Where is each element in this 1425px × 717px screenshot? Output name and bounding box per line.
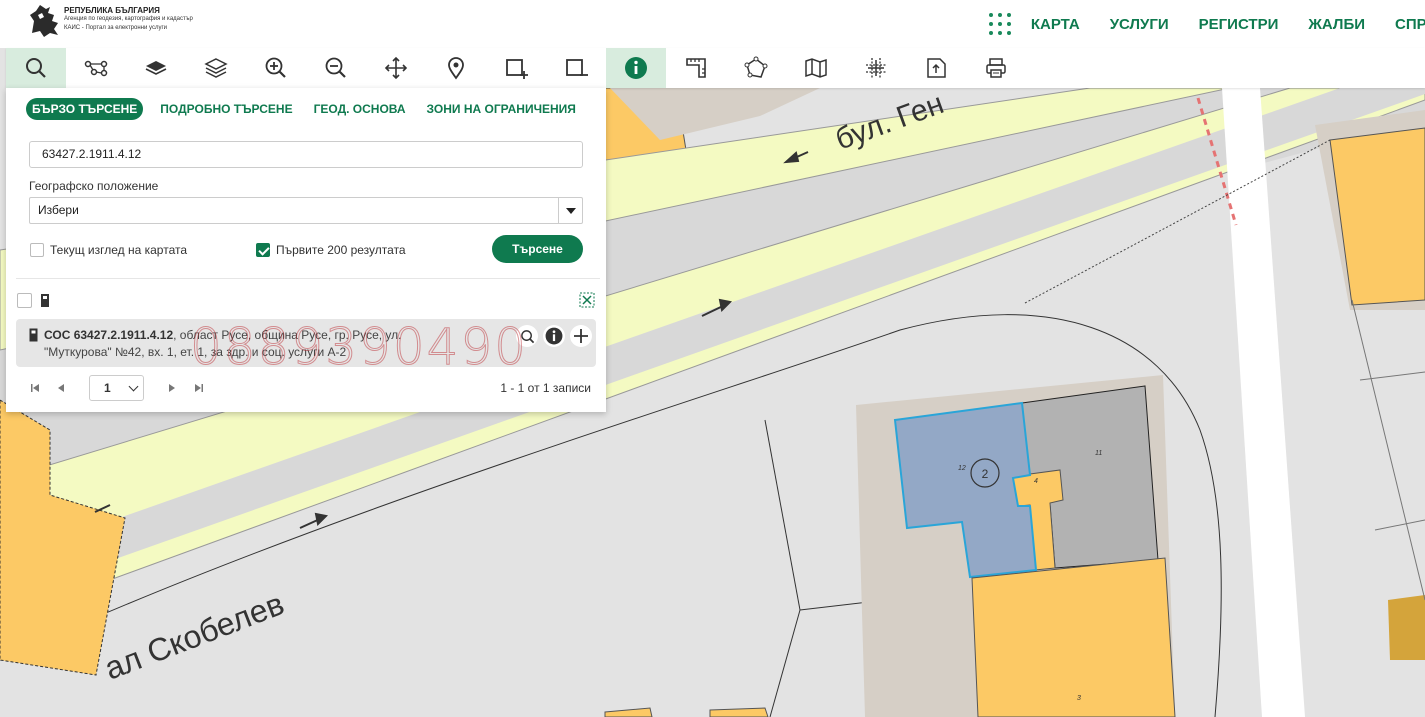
- parcel-label-4: 4: [1034, 478, 1038, 485]
- apps-grid-icon[interactable]: [988, 13, 1011, 35]
- zoom-in-icon: [265, 57, 286, 78]
- records-info: 1 - 1 от 1 записи: [500, 381, 591, 395]
- measure-icon: [686, 58, 706, 78]
- parcel-label-12: 12: [958, 465, 966, 472]
- print-button[interactable]: [966, 48, 1026, 88]
- panel-divider: [16, 278, 600, 279]
- apartment-icon: [41, 294, 49, 307]
- first-200-checkbox[interactable]: [256, 243, 270, 257]
- result-item[interactable]: СОС 63427.2.1911.4.12, област Русе, общи…: [16, 319, 596, 367]
- search-icon: [520, 329, 534, 343]
- search-icon: [26, 58, 46, 78]
- grid-button[interactable]: [846, 48, 906, 88]
- info-tool-button[interactable]: [606, 48, 666, 88]
- result-zoom-button[interactable]: [516, 325, 538, 347]
- zoom-in-button[interactable]: [246, 48, 306, 88]
- layers-tool-button[interactable]: [186, 48, 246, 88]
- parcel-label-11: 11: [1095, 450, 1102, 457]
- first-200-label: Първите 200 резултата: [276, 243, 406, 257]
- geo-position-select[interactable]: Избери: [29, 197, 583, 224]
- prev-page-icon[interactable]: [56, 383, 66, 393]
- first-page-icon[interactable]: [30, 383, 40, 393]
- result-address-line1: , област Русе, община Русе, гр. Русе, ул…: [173, 328, 402, 342]
- zoom-out-icon: [325, 57, 346, 78]
- search-tabs: БЪРЗО ТЪРСЕНЕ ПОДРОБНО ТЪРСЕНЕ ГЕОД. ОСН…: [26, 98, 597, 120]
- select-all-checkbox[interactable]: [17, 293, 32, 308]
- logo-portal: КАИС - Портал за електронни услуги: [64, 25, 167, 31]
- print-icon: [986, 58, 1006, 78]
- search-panel: БЪРЗО ТЪРСЕНЕ ПОДРОБНО ТЪРСЕНЕ ГЕОД. ОСН…: [6, 88, 606, 412]
- search-button[interactable]: Търсене: [492, 235, 583, 263]
- select-remove-button[interactable]: [546, 48, 606, 88]
- main-nav: КАРТА УСЛУГИ РЕГИСТРИ ЖАЛБИ СПРАВ: [988, 0, 1425, 48]
- map-toolbar: [6, 48, 1425, 88]
- tab-restriction-zones[interactable]: ЗОНИ НА ОГРАНИЧЕНИЯ: [427, 98, 576, 120]
- select-add-button[interactable]: [486, 48, 546, 88]
- nav-item-complaints[interactable]: ЖАЛБИ: [1308, 16, 1365, 33]
- location-pin-icon: [448, 57, 464, 80]
- result-add-button[interactable]: [570, 325, 592, 347]
- parcel-label-3: 3: [1077, 695, 1081, 702]
- select-add-icon: [506, 59, 528, 79]
- map-icon: [805, 58, 827, 78]
- polygon-button[interactable]: [726, 48, 786, 88]
- current-view-checkbox[interactable]: [30, 243, 44, 257]
- info-icon: [545, 327, 563, 345]
- tab-detailed-search[interactable]: ПОДРОБНО ТЪРСЕНЕ: [160, 98, 292, 120]
- plus-icon: [574, 329, 588, 343]
- location-button[interactable]: [426, 48, 486, 88]
- select-remove-icon: [566, 59, 588, 76]
- layer-tool-button[interactable]: [126, 48, 186, 88]
- pan-button[interactable]: [366, 48, 426, 88]
- top-header: РЕПУБЛИКА БЪЛГАРИЯ Агенция по геодезия, …: [0, 0, 1425, 48]
- result-info-button[interactable]: [543, 325, 565, 347]
- search-tool-button[interactable]: [6, 48, 66, 88]
- page-select-value: 1: [104, 381, 111, 395]
- layers-icon: [204, 58, 228, 78]
- result-title[interactable]: СОС 63427.2.1911.4.12: [44, 328, 173, 342]
- route-tool-button[interactable]: [66, 48, 126, 88]
- result-address-line2: "Муткурова" №42, вх. 1, ет. 1, за здр. и…: [44, 345, 347, 359]
- nav-item-registers[interactable]: РЕГИСТРИ: [1199, 16, 1279, 33]
- route-icon: [84, 60, 108, 77]
- apartment-icon: [29, 328, 38, 342]
- current-view-label: Текущ изглед на картата: [50, 243, 188, 257]
- building-number-label: 2: [982, 467, 989, 481]
- search-input[interactable]: 63427.2.1911.4.12: [29, 141, 583, 168]
- result-description: СОС 63427.2.1911.4.12, област Русе, общи…: [44, 327, 464, 361]
- pan-icon: [384, 56, 408, 80]
- export-icon: [927, 58, 946, 78]
- nav-item-reference[interactable]: СПРАВ: [1395, 16, 1425, 33]
- tab-geodetic-base[interactable]: ГЕОД. ОСНОВА: [314, 98, 406, 120]
- logo-text[interactable]: РЕПУБЛИКА БЪЛГАРИЯ Агенция по геодезия, …: [64, 6, 193, 33]
- tab-quick-search[interactable]: БЪРЗО ТЪРСЕНЕ: [26, 98, 144, 120]
- measure-button[interactable]: [666, 48, 726, 88]
- lion-coat-of-arms-icon[interactable]: [24, 3, 64, 39]
- next-page-icon[interactable]: [167, 383, 177, 393]
- layer-icon: [145, 61, 167, 75]
- info-icon: [625, 57, 647, 79]
- page-select[interactable]: 1: [89, 375, 144, 401]
- nav-item-map[interactable]: КАРТА: [1031, 16, 1080, 33]
- export-button[interactable]: [906, 48, 966, 88]
- logo-title: РЕПУБЛИКА БЪЛГАРИЯ: [64, 6, 160, 15]
- grid-icon: [866, 58, 886, 78]
- last-page-icon[interactable]: [194, 383, 204, 393]
- polygon-icon: [744, 56, 768, 78]
- caret-down-icon: [558, 198, 582, 223]
- pagination: 1 1 - 1 от 1 записи: [26, 375, 596, 401]
- geo-position-label: Географско положение: [29, 179, 159, 193]
- zoom-to-all-icon[interactable]: [579, 292, 595, 308]
- chevron-down-icon: [128, 381, 139, 392]
- map-button[interactable]: [786, 48, 846, 88]
- zoom-out-button[interactable]: [306, 48, 366, 88]
- logo-subtitle: Агенция по геодезия, картография и кадас…: [64, 16, 193, 22]
- geo-position-value: Избери: [38, 203, 79, 217]
- nav-item-services[interactable]: УСЛУГИ: [1110, 16, 1169, 33]
